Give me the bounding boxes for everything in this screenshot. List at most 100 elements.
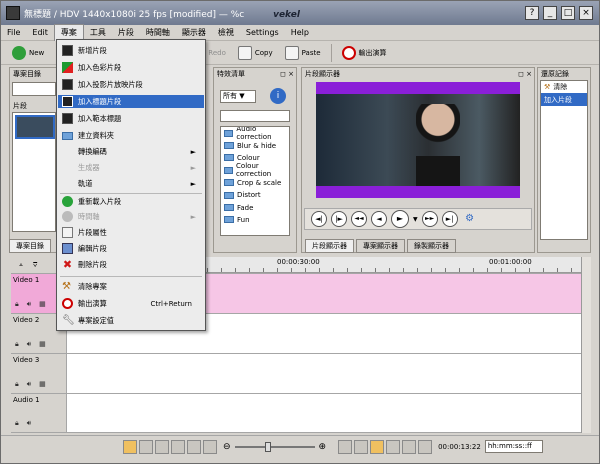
render-button[interactable]: 輸出演算: [337, 43, 392, 63]
close-button[interactable]: ×: [579, 6, 593, 20]
video-thumbs-icon[interactable]: [354, 439, 369, 454]
fast-forward-button[interactable]: ►►: [421, 211, 438, 227]
title-bar: 無標題 / HDV 1440x1080i 25 fps [modified] —…: [1, 1, 599, 25]
lock-icon[interactable]: 🔒︎: [15, 340, 19, 349]
split-view-icon[interactable]: [338, 439, 353, 454]
tab-record-monitor[interactable]: 錄製顯示器: [407, 239, 456, 253]
clip-thumbnail[interactable]: [15, 115, 55, 139]
menu-view[interactable]: 檢視: [212, 25, 240, 41]
markers-icon[interactable]: [386, 439, 401, 454]
razor-tool-icon[interactable]: [171, 439, 185, 454]
effect-item[interactable]: Distort: [221, 189, 289, 201]
effects-filter-select[interactable]: 所有 ▼: [220, 90, 256, 103]
clip-list[interactable]: [12, 112, 56, 232]
snap-icon[interactable]: [123, 439, 137, 454]
copy-button[interactable]: Copy: [233, 43, 278, 63]
redo-button[interactable]: Redo: [203, 43, 231, 63]
menu-project-settings[interactable]: 🔧︎ 專案設定值: [58, 314, 204, 327]
effect-item[interactable]: Colour correction: [221, 162, 289, 178]
track-content[interactable]: [67, 394, 581, 432]
audio-thumbs-icon[interactable]: [370, 439, 385, 454]
zone-start-button[interactable]: ◄|: [311, 211, 327, 227]
video-preview[interactable]: [316, 94, 520, 186]
tab-clip-monitor[interactable]: 片段顯示器: [305, 239, 354, 253]
video-icon[interactable]: ▦: [39, 340, 46, 349]
menu-timeline[interactable]: 時間軸 ►: [58, 210, 204, 223]
effect-item[interactable]: Blur & hide: [221, 139, 289, 151]
menu-add-template-title[interactable]: 加入範本標題: [58, 112, 204, 125]
tab-project-monitor[interactable]: 專案顯示器: [356, 239, 405, 253]
play-button[interactable]: ►: [391, 210, 409, 228]
spacer-tool-icon[interactable]: [187, 439, 201, 454]
mute-icon[interactable]: 🔊︎: [27, 419, 31, 428]
keyframes-icon[interactable]: [402, 439, 417, 454]
menu-clean-project[interactable]: ⚒ 清除專案: [58, 280, 204, 293]
effect-item[interactable]: Fade: [221, 201, 289, 213]
menu-help[interactable]: Help: [285, 25, 315, 41]
history-item[interactable]: ⚒ 清除: [541, 81, 587, 93]
menu-edit-clip[interactable]: 編輯片段: [58, 242, 204, 255]
select-tool-icon[interactable]: [155, 439, 169, 454]
zoom-out-icon[interactable]: ⊖: [223, 442, 231, 452]
timecode-format-select[interactable]: hh:mm:ss::ff: [484, 440, 543, 453]
menu-add-clip[interactable]: 新增片段: [58, 44, 204, 57]
expand-icon[interactable]: [418, 439, 433, 454]
history-list[interactable]: ⚒ 清除 加入片段: [540, 80, 588, 240]
step-back-button[interactable]: ◄: [371, 211, 387, 227]
menu-transcode[interactable]: 轉換編碼 ►: [58, 145, 204, 158]
menu-edit[interactable]: Edit: [26, 25, 54, 41]
mute-icon[interactable]: 🔊︎: [27, 340, 31, 349]
zoom-in-icon[interactable]: ⊕: [319, 442, 327, 452]
monitor-settings-icon[interactable]: ⚙: [462, 211, 478, 227]
menu-delete-clip[interactable]: ✖ 刪除片段: [58, 258, 204, 271]
video-icon[interactable]: ▦: [39, 380, 46, 389]
minimize-button[interactable]: _: [543, 6, 557, 20]
track-content[interactable]: [67, 354, 581, 393]
zone-end-button[interactable]: |►: [331, 211, 347, 227]
help-button[interactable]: ?: [525, 6, 539, 20]
effect-item[interactable]: Fun: [221, 214, 289, 226]
zoom-slider-handle[interactable]: [264, 441, 271, 452]
zoom-slider[interactable]: [234, 441, 315, 452]
menu-clip-properties[interactable]: 片段屬性: [58, 226, 204, 239]
effect-item[interactable]: Audio correction: [221, 127, 289, 141]
next-button[interactable]: ►|: [441, 211, 458, 227]
lock-icon[interactable]: 🔒︎: [15, 300, 19, 309]
lock-icon[interactable]: 🔒︎: [15, 419, 19, 428]
menu-file[interactable]: File: [1, 25, 26, 41]
new-icon: [12, 45, 26, 60]
clean-icon: ⚒: [62, 281, 71, 292]
fit-zoom-icon[interactable]: [203, 439, 217, 454]
effect-item[interactable]: Crop & scale: [221, 177, 289, 189]
menu-reload-clip[interactable]: 重新載入片段: [58, 195, 204, 208]
menu-create-folder[interactable]: 建立資料夾: [58, 129, 204, 142]
panel-float-close[interactable]: ◻ ×: [518, 68, 534, 80]
play-menu-arrow[interactable]: ▼: [413, 216, 418, 223]
zoom-out-ruler-icon[interactable]: ⩢: [33, 261, 37, 270]
panel-float-close[interactable]: ◻ ×: [280, 68, 296, 80]
tab-project-tree[interactable]: 專案目錄: [9, 239, 51, 253]
mute-icon[interactable]: 🔊︎: [27, 300, 31, 309]
video-icon[interactable]: ▦: [39, 300, 46, 309]
menu-add-title-clip[interactable]: 加入標題片段: [58, 95, 204, 108]
effects-search-input[interactable]: [220, 110, 290, 122]
info-icon[interactable]: i: [270, 88, 286, 104]
menu-render[interactable]: 輸出演算 Ctrl+Return: [58, 297, 204, 310]
history-item[interactable]: 加入片段: [541, 93, 587, 106]
maximize-button[interactable]: □: [561, 6, 575, 20]
menu-tracks[interactable]: 軌道 ►: [58, 177, 204, 190]
menu-generators[interactable]: 生成器 ►: [58, 161, 204, 174]
menu-add-slideshow[interactable]: 加入投影片放映片段: [58, 78, 204, 91]
paste-button[interactable]: Paste: [280, 43, 326, 63]
mute-icon[interactable]: 🔊︎: [27, 380, 31, 389]
zoom-in-ruler-icon[interactable]: ⩡: [19, 261, 23, 270]
menu-add-color-clip[interactable]: 加入色彩片段: [58, 61, 204, 74]
timeline-scrollbar[interactable]: [581, 257, 591, 433]
ripple-icon[interactable]: [139, 439, 153, 454]
project-search-input[interactable]: [12, 82, 56, 96]
new-button[interactable]: New: [7, 43, 49, 63]
rewind-button[interactable]: ◄◄: [351, 211, 367, 227]
effects-list[interactable]: Audio correction Blur & hide Colour Colo…: [220, 126, 290, 236]
lock-icon[interactable]: 🔒︎: [15, 380, 19, 389]
menu-settings[interactable]: Settings: [240, 25, 285, 41]
